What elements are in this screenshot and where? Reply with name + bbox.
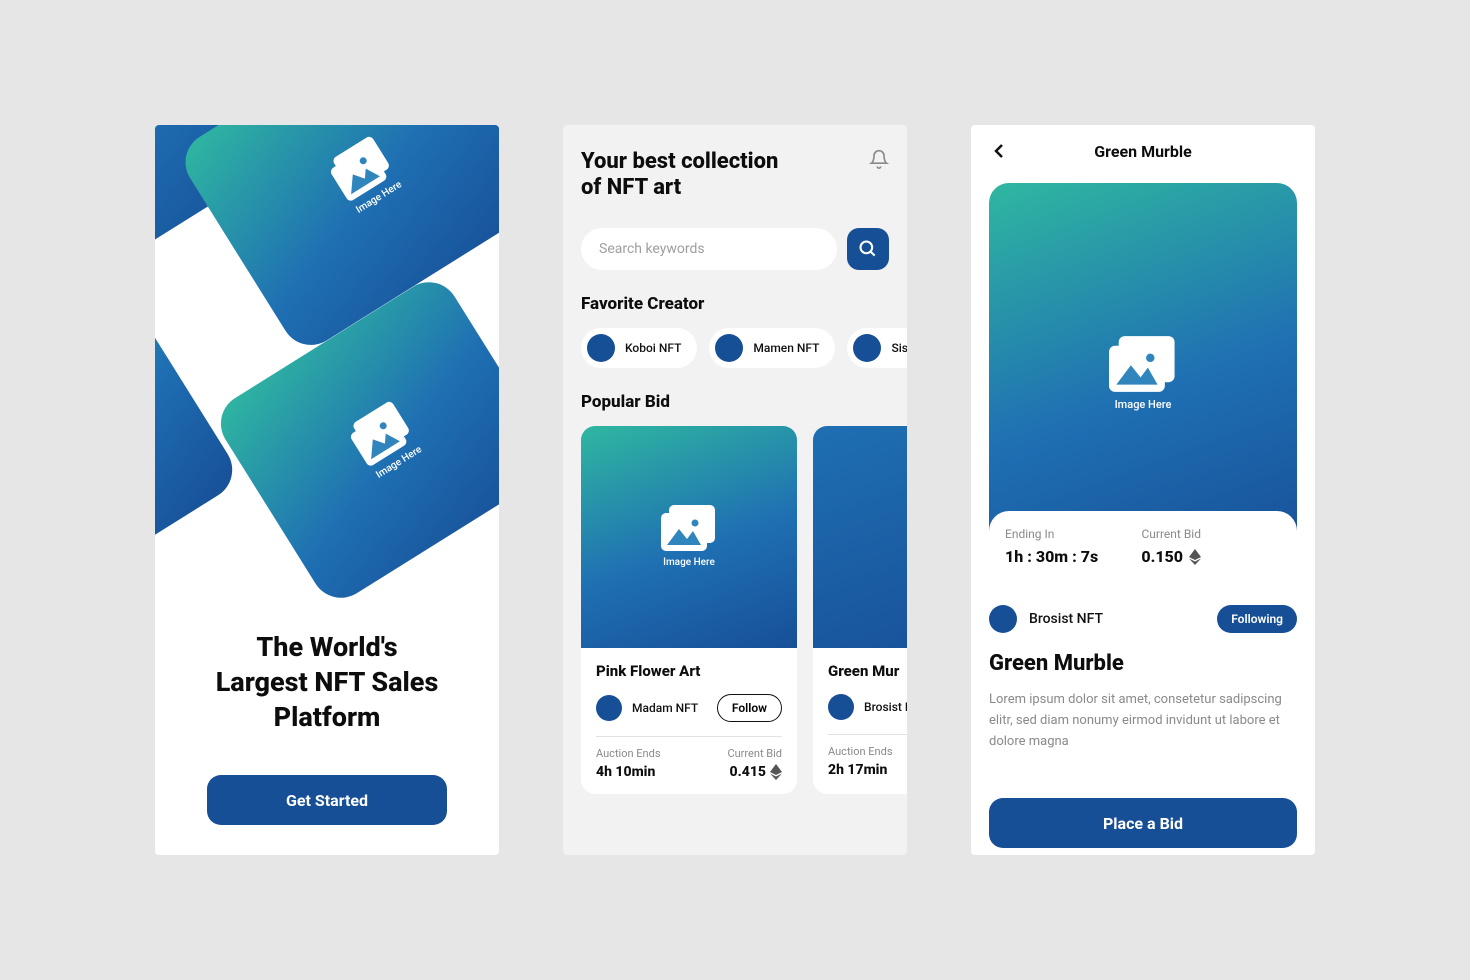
creator-name: Mamen NFT [753,341,819,355]
info-panel: Ending In 1h : 30m : 7s Current Bid 0.15… [989,511,1297,590]
detail-title: Green Murble [989,651,1297,676]
divider [596,736,782,737]
follow-label: Follow [732,701,767,715]
bid-creator-name: Madam NFT [632,701,698,715]
following-badge[interactable]: Following [1217,605,1297,633]
home-header: Your best collection of NFT art [581,149,889,202]
search-button[interactable] [847,228,889,270]
back-button[interactable] [987,139,1011,163]
creator-chip[interactable]: Sist N [847,328,907,368]
onboarding-title: The World's Largest NFT Sales Platform [195,630,459,735]
bid-title: Pink Flower Art [596,662,782,680]
bid-title: Green Mur [828,662,907,680]
chevron-left-icon [987,139,1011,163]
auction-ends-label: Auction Ends [596,747,661,760]
avatar [596,695,622,721]
eth-icon [770,764,782,780]
place-bid-label: Place a Bid [1103,814,1183,833]
bid-card[interactable]: Image Here Pink Flower Art Madam NFT Fol… [581,426,797,794]
home-screen: Your best collection of NFT art Search k… [563,125,907,855]
avatar [853,334,881,362]
current-bid-label: Current Bid [727,747,782,760]
auction-ends-value: 4h 10min [596,764,661,780]
bid-row: Image Here Pink Flower Art Madam NFT Fol… [563,426,907,794]
get-started-button[interactable]: Get Started [207,775,447,825]
detail-header: Green Murble [971,125,1315,177]
search-row: Search keywords [581,228,889,270]
avatar [587,334,615,362]
image-placeholder-label: Image Here [663,557,715,568]
bid-creator[interactable]: Brosist N [828,694,907,720]
auction-ends-value: 2h 17min [828,762,893,778]
creator-chip[interactable]: Koboi NFT [581,328,697,368]
hero-area: Image Here Image Here [155,125,499,605]
image-placeholder-icon [1109,336,1177,392]
auction-ends-label: Auction Ends [828,745,893,758]
bell-icon[interactable] [869,149,889,171]
detail-creator-row: Brosist NFT Following [989,605,1297,633]
detail-screen: Green Murble Image Here Ending In 1h : 3… [971,125,1315,855]
current-bid-value: 0.150 [1141,547,1201,566]
ending-in-value: 1h : 30m : 7s [1005,547,1098,566]
creator-chip[interactable]: Mamen NFT [709,328,835,368]
ending-in-label: Ending In [1005,527,1098,541]
detail-image: Image Here [989,183,1297,563]
divider [828,734,907,735]
search-input[interactable]: Search keywords [581,228,837,270]
onboarding-bottom: The World's Largest NFT Sales Platform G… [155,630,499,855]
bid-image: Image Here [581,426,797,648]
place-bid-button[interactable]: Place a Bid [989,798,1297,848]
avatar [828,694,854,720]
detail-creator-name: Brosist NFT [1029,611,1103,627]
creator-name: Sist N [891,341,907,355]
bid-creator[interactable]: Madam NFT [596,695,698,721]
image-placeholder-icon [661,505,717,551]
creator-row: Koboi NFT Mamen NFT Sist N [563,328,907,368]
current-bid-label: Current Bid [1141,527,1201,541]
get-started-label: Get Started [286,791,368,810]
page-title: Green Murble [1094,142,1192,161]
search-icon [858,239,878,259]
home-headline: Your best collection of NFT art [581,149,778,202]
avatar [715,334,743,362]
search-placeholder: Search keywords [599,241,705,257]
popular-bid-heading: Popular Bid [581,392,889,412]
following-label: Following [1231,612,1283,626]
bid-image [813,426,907,648]
bid-card[interactable]: Green Mur Brosist N Auction Ends 2h 17mi… [813,426,907,794]
favorite-creator-heading: Favorite Creator [581,294,889,314]
image-placeholder-label: Image Here [1115,398,1172,411]
creator-name: Koboi NFT [625,341,681,355]
current-bid-value: 0.415 [727,764,782,780]
eth-icon [1189,549,1201,565]
detail-creator[interactable]: Brosist NFT [989,605,1103,633]
onboarding-screen: Image Here Image Here The World's Larges… [155,125,499,855]
avatar [989,605,1017,633]
hero-tile [155,293,244,605]
follow-button[interactable]: Follow [717,694,782,722]
bid-creator-name: Brosist N [864,700,907,714]
detail-description: Lorem ipsum dolor sit amet, consetetur s… [989,690,1297,752]
